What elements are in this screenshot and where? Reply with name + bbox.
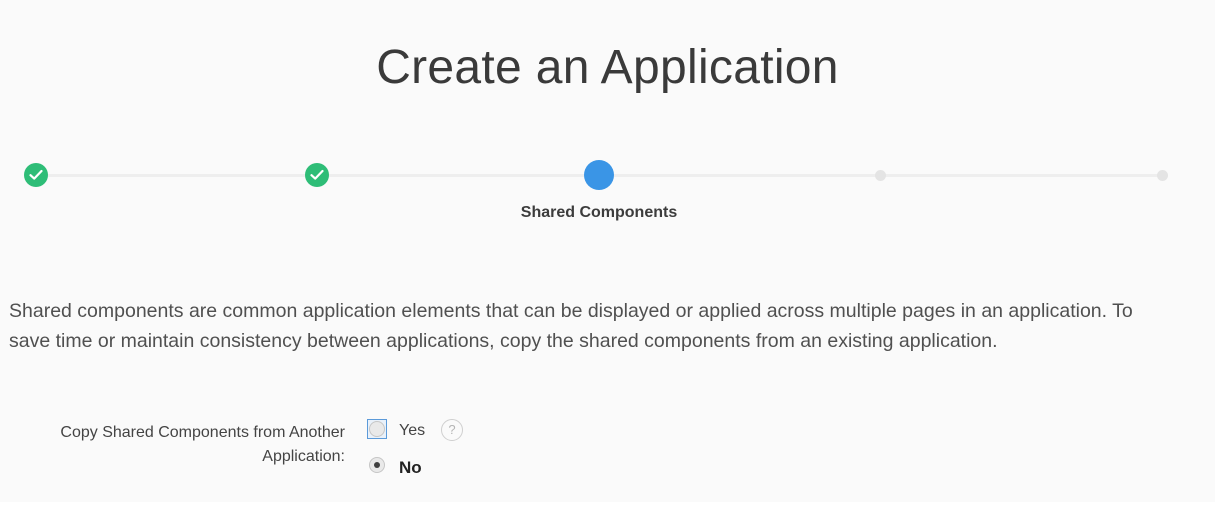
copy-shared-components-label: Copy Shared Components from Another Appl…	[60, 424, 345, 465]
wizard-step-1-complete[interactable]	[24, 163, 48, 187]
page-title: Create an Application	[376, 41, 839, 94]
step-description: Shared components are common application…	[9, 300, 1133, 352]
check-icon	[29, 169, 43, 180]
radio-yes-focus-ring[interactable]	[367, 419, 387, 439]
radio-yes-label[interactable]: Yes	[399, 422, 425, 440]
wizard-progress: Shared Components	[0, 150, 1215, 230]
radio-no[interactable]	[369, 457, 385, 473]
wizard-panel: Create an Application Shared Components …	[0, 0, 1215, 502]
help-icon[interactable]: ?	[441, 419, 463, 441]
current-step-label: Shared Components	[520, 204, 678, 221]
radio-no-label[interactable]: No	[399, 458, 422, 478]
radio-yes[interactable]	[369, 421, 385, 437]
wizard-step-3-current	[584, 160, 614, 190]
wizard-step-2-complete[interactable]	[305, 163, 329, 187]
wizard-step-4-upcoming	[875, 170, 886, 181]
check-icon	[310, 169, 324, 180]
wizard-step-5-upcoming	[1157, 170, 1168, 181]
